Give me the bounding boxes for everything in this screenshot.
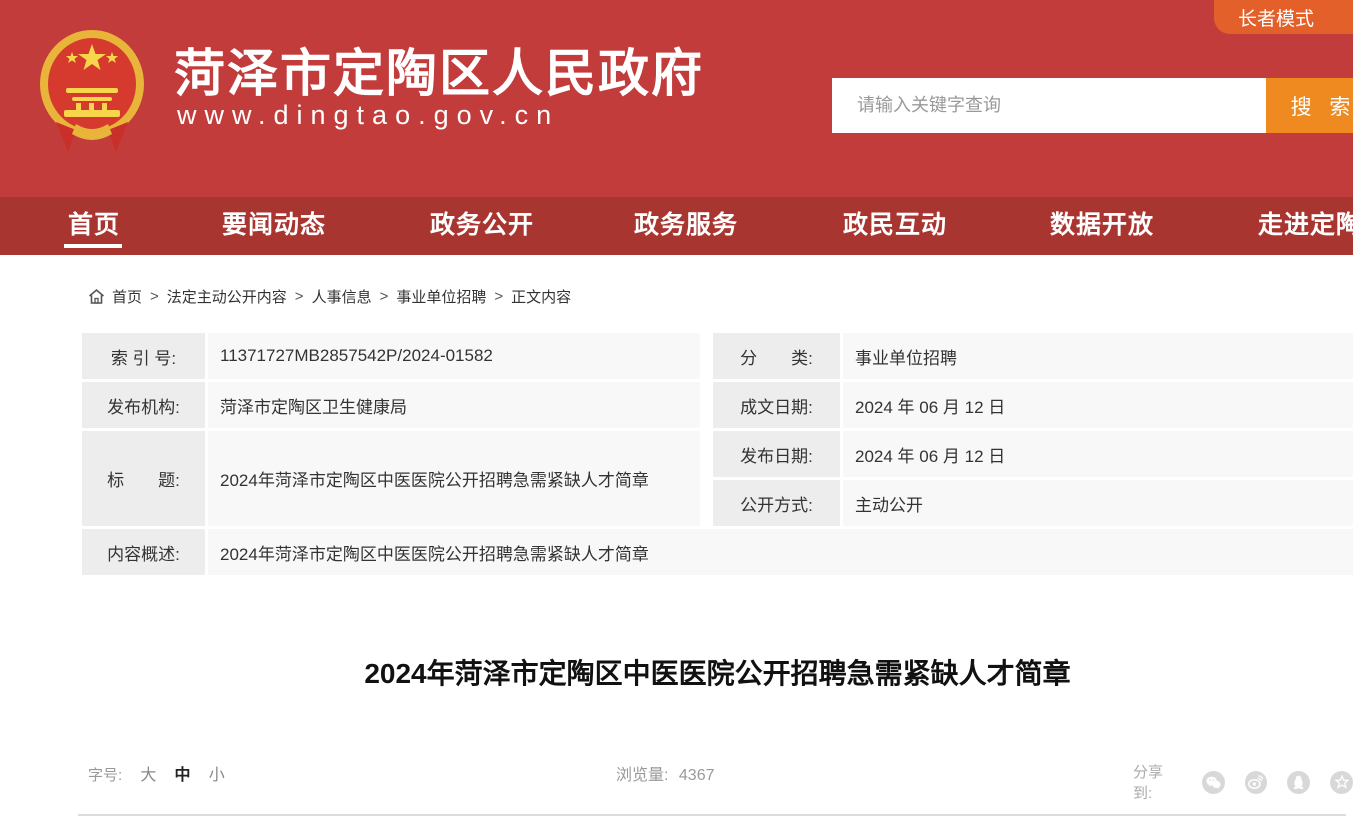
site-title: 菏泽市定陶区人民政府: [174, 32, 704, 106]
nav-item-home[interactable]: 首页: [68, 197, 120, 255]
nav-item-gov-services[interactable]: 政务服务: [634, 197, 738, 255]
breadcrumb-item-recruitment[interactable]: 事业单位招聘: [396, 286, 486, 307]
breadcrumb-separator: >: [494, 288, 503, 305]
share-label: 分享到:: [1133, 761, 1182, 803]
meta-value-pub-date: 2024 年 06 月 12 日: [843, 431, 1353, 477]
breadcrumb-item-personnel[interactable]: 人事信息: [312, 286, 372, 307]
content-divider: [78, 814, 1346, 816]
meta-label-pub-date: 发布日期:: [713, 431, 840, 477]
meta-value-title: 2024年菏泽市定陶区中医医院公开招聘急需紧缺人才简章: [208, 431, 700, 526]
meta-value-index: 11371727MB2857542P/2024-01582: [208, 333, 700, 379]
breadcrumb-separator: >: [150, 288, 159, 305]
home-icon: [88, 288, 105, 305]
nav-item-open-data[interactable]: 数据开放: [1050, 197, 1154, 255]
meta-label-method: 公开方式:: [713, 480, 840, 526]
meta-label-index: 索 引 号:: [82, 333, 205, 379]
font-size-label: 字号:: [88, 767, 122, 784]
meta-label-agency: 发布机构:: [82, 382, 205, 428]
breadcrumb-item-disclosure[interactable]: 法定主动公开内容: [167, 286, 287, 307]
article-title: 2024年菏泽市定陶区中医医院公开招聘急需紧缺人才简章: [82, 652, 1353, 692]
view-count-label: 浏览量:: [616, 767, 668, 784]
view-count-value: 4367: [679, 767, 715, 784]
meta-label-summary: 内容概述:: [82, 529, 205, 575]
breadcrumb-separator: >: [380, 288, 389, 305]
meta-value-doc-date: 2024 年 06 月 12 日: [843, 382, 1353, 428]
search-input[interactable]: [832, 78, 1266, 133]
meta-value-method: 主动公开: [843, 480, 1353, 526]
font-size-small-button[interactable]: 小: [209, 767, 225, 784]
breadcrumb: 首页 > 法定主动公开内容 > 人事信息 > 事业单位招聘 > 正文内容: [88, 285, 571, 307]
nav-item-label: 首页: [68, 211, 120, 239]
share-bar: 分享到:: [1133, 761, 1353, 803]
wechat-share-icon[interactable]: [1202, 771, 1225, 794]
qzone-share-icon[interactable]: [1287, 771, 1310, 794]
more-share-icon[interactable]: [1330, 771, 1353, 794]
nav-item-interaction[interactable]: 政民互动: [843, 197, 947, 255]
breadcrumb-item-current: 正文内容: [511, 286, 571, 307]
nav-item-about-dingtao[interactable]: 走进定陶: [1258, 197, 1353, 255]
active-nav-underline: [64, 244, 122, 248]
font-size-controls: 字号: 大 中 小: [88, 761, 225, 785]
meta-value-agency: 菏泽市定陶区卫生健康局: [208, 382, 700, 428]
meta-label-doc-date: 成文日期:: [713, 382, 840, 428]
breadcrumb-item-home[interactable]: 首页: [112, 286, 142, 307]
main-navigation: 首页 要闻动态 政务公开 政务服务 政民互动 数据开放 走进定陶: [0, 197, 1353, 255]
meta-label-title: 标 题:: [82, 431, 205, 526]
font-size-medium-button[interactable]: 中: [175, 767, 191, 784]
view-count: 浏览量: 4367: [610, 761, 715, 785]
elder-mode-button[interactable]: 长者模式: [1214, 0, 1353, 34]
site-url: www.dingtao.gov.cn: [177, 100, 559, 131]
nav-item-gov-disclosure[interactable]: 政务公开: [430, 197, 534, 255]
nav-item-news[interactable]: 要闻动态: [222, 197, 326, 255]
weibo-share-icon[interactable]: [1245, 771, 1268, 794]
meta-value-category: 事业单位招聘: [843, 333, 1353, 379]
national-emblem-logo[interactable]: [36, 26, 148, 152]
site-header: 菏泽市定陶区人民政府 www.dingtao.gov.cn 搜 索 长者模式: [0, 0, 1353, 197]
meta-value-summary: 2024年菏泽市定陶区中医医院公开招聘急需紧缺人才简章: [208, 529, 1353, 575]
font-size-large-button[interactable]: 大: [140, 767, 156, 784]
breadcrumb-separator: >: [295, 288, 304, 305]
meta-label-category: 分 类:: [713, 333, 840, 379]
search-button[interactable]: 搜 索: [1266, 78, 1353, 133]
